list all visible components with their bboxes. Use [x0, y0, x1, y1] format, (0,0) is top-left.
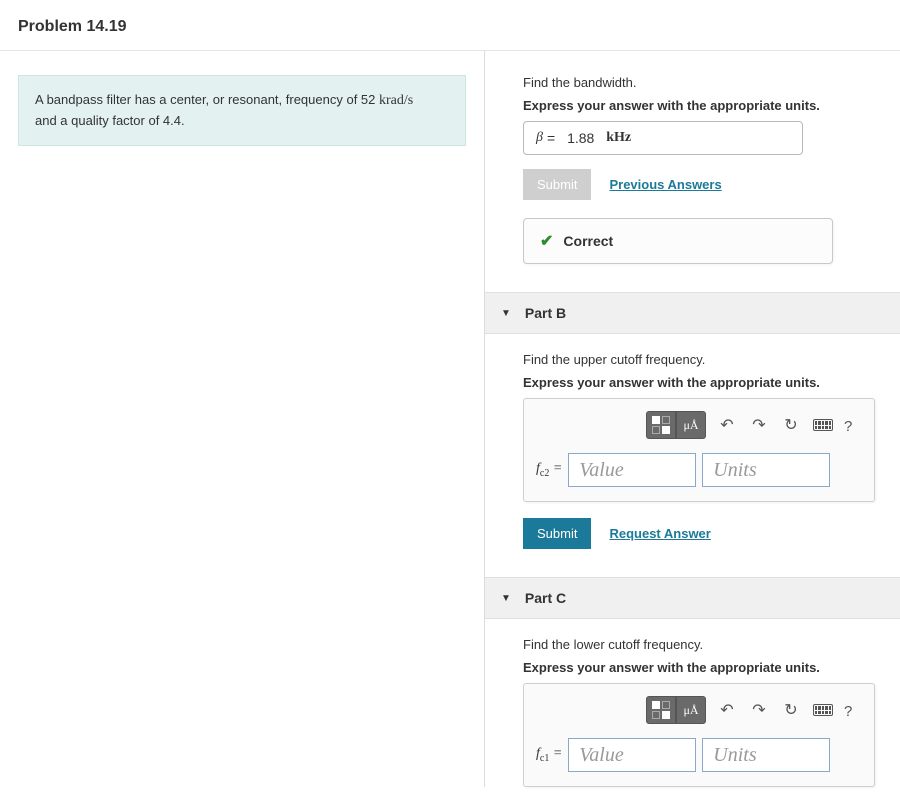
check-icon: ✔ — [540, 231, 553, 251]
part-c-body: Find the lower cutoff frequency. Express… — [523, 637, 882, 787]
problem-title: Problem 14.19 — [18, 18, 882, 36]
problem-prompt: A bandpass filter has a center, or reson… — [18, 75, 466, 146]
undo-icon[interactable]: ↶ — [716, 699, 738, 721]
reset-icon[interactable]: ↻ — [780, 414, 802, 436]
chevron-down-icon: ▼ — [501, 308, 511, 319]
chevron-down-icon: ▼ — [501, 593, 511, 604]
template-button-group: μÅ — [646, 696, 706, 724]
part-a-instruction: Find the bandwidth. — [523, 75, 882, 90]
part-c-instruction: Find the lower cutoff frequency. — [523, 637, 882, 652]
template-button-group: μÅ — [646, 411, 706, 439]
value-input[interactable]: Value — [568, 738, 696, 772]
answer-value: 1.88 — [567, 130, 594, 146]
undo-icon[interactable]: ↶ — [716, 414, 738, 436]
part-b-input-row: fc2 = Value Units — [536, 453, 862, 487]
part-c-label: Part C — [525, 590, 566, 606]
part-c-instruction-units: Express your answer with the appropriate… — [523, 660, 882, 675]
part-c-input-panel: μÅ ↶ ↷ ↻ ? fc1 = Value Units — [523, 683, 875, 787]
variable-fc2: fc2 = — [536, 461, 562, 479]
part-b-toolbar: μÅ ↶ ↷ ↻ ? — [536, 411, 862, 439]
variable-fc1: fc1 = — [536, 746, 562, 764]
part-a-answer-box: β = 1.88 kHz — [523, 121, 803, 155]
submit-button[interactable]: Submit — [523, 518, 591, 549]
part-b-button-row: Submit Request Answer — [523, 518, 882, 549]
part-b-instruction: Find the upper cutoff frequency. — [523, 352, 882, 367]
part-b-body: Find the upper cutoff frequency. Express… — [523, 352, 882, 549]
units-input[interactable]: Units — [702, 453, 830, 487]
correct-label: Correct — [563, 233, 613, 249]
help-icon[interactable]: ? — [844, 703, 858, 717]
previous-answers-link[interactable]: Previous Answers — [609, 177, 721, 192]
redo-icon[interactable]: ↷ — [748, 414, 770, 436]
main-layout: A bandpass filter has a center, or reson… — [0, 51, 900, 787]
equals-sign: = — [547, 130, 555, 146]
part-c-input-row: fc1 = Value Units — [536, 738, 862, 772]
submit-button-disabled: Submit — [523, 169, 591, 200]
part-b-instruction-units: Express your answer with the appropriate… — [523, 375, 882, 390]
keyboard-icon[interactable] — [812, 699, 834, 721]
correct-feedback: ✔ Correct — [523, 218, 833, 264]
part-a-button-row: Submit Previous Answers — [523, 169, 882, 200]
units-format-button[interactable]: μÅ — [676, 696, 706, 724]
answer-variable-beta: β — [536, 130, 543, 146]
templates-icon[interactable] — [646, 411, 676, 439]
part-c-header[interactable]: ▼ Part C — [485, 577, 900, 619]
reset-icon[interactable]: ↻ — [780, 699, 802, 721]
prompt-text-1: A bandpass filter has a center, or reson… — [35, 92, 379, 107]
left-column: A bandpass filter has a center, or reson… — [0, 51, 485, 787]
help-icon[interactable]: ? — [844, 418, 858, 432]
units-input[interactable]: Units — [702, 738, 830, 772]
prompt-unit: krad/s — [379, 93, 413, 108]
page-header: Problem 14.19 — [0, 0, 900, 51]
templates-icon[interactable] — [646, 696, 676, 724]
part-c-toolbar: μÅ ↶ ↷ ↻ ? — [536, 696, 862, 724]
answer-unit: kHz — [606, 130, 631, 146]
value-input[interactable]: Value — [568, 453, 696, 487]
right-column: Find the bandwidth. Express your answer … — [485, 51, 900, 787]
redo-icon[interactable]: ↷ — [748, 699, 770, 721]
units-format-button[interactable]: μÅ — [676, 411, 706, 439]
part-a-instruction-units: Express your answer with the appropriate… — [523, 98, 882, 113]
part-b-label: Part B — [525, 305, 566, 321]
part-b-header[interactable]: ▼ Part B — [485, 292, 900, 334]
prompt-text-2: and a quality factor of 4.4. — [35, 113, 185, 128]
part-a-body: Find the bandwidth. Express your answer … — [523, 75, 882, 264]
part-b-input-panel: μÅ ↶ ↷ ↻ ? fc2 = Value Units — [523, 398, 875, 502]
request-answer-link[interactable]: Request Answer — [609, 526, 710, 541]
keyboard-icon[interactable] — [812, 414, 834, 436]
